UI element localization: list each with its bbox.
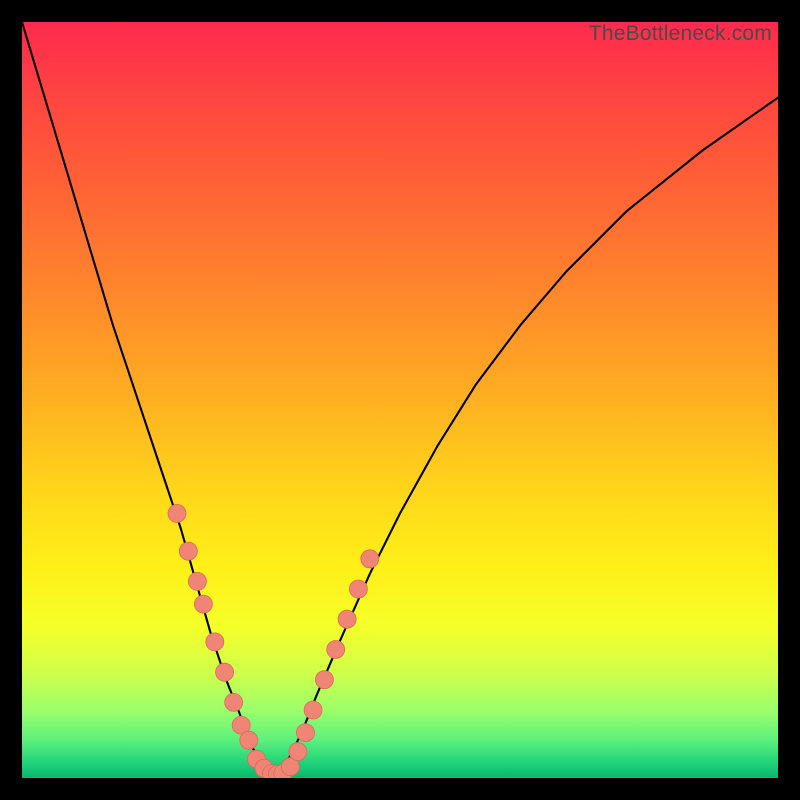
marker-dot bbox=[225, 693, 243, 711]
marker-dot bbox=[206, 633, 224, 651]
marker-dot bbox=[194, 595, 212, 613]
plot-area: TheBottleneck.com bbox=[22, 22, 778, 778]
marker-dot bbox=[289, 743, 307, 761]
chart-frame: TheBottleneck.com bbox=[0, 0, 800, 800]
marker-dot bbox=[304, 701, 322, 719]
marker-dot bbox=[338, 610, 356, 628]
marker-dot bbox=[168, 504, 186, 522]
marker-dot bbox=[247, 750, 265, 768]
marker-dot bbox=[232, 716, 250, 734]
marker-dot bbox=[281, 758, 299, 776]
marker-dot bbox=[188, 572, 206, 590]
chart-svg bbox=[22, 22, 778, 778]
marker-dot bbox=[263, 765, 281, 779]
marker-dot bbox=[327, 641, 345, 659]
marker-dot bbox=[216, 663, 234, 681]
bottleneck-curve bbox=[22, 22, 778, 774]
marker-dot bbox=[240, 731, 258, 749]
marker-dot bbox=[274, 765, 292, 779]
marker-dot bbox=[361, 550, 379, 568]
watermark-text: TheBottleneck.com bbox=[589, 22, 772, 46]
marker-group bbox=[168, 504, 379, 778]
marker-dot bbox=[179, 542, 197, 560]
marker-dot bbox=[255, 759, 273, 777]
marker-dot bbox=[297, 724, 315, 742]
marker-dot bbox=[349, 580, 367, 598]
marker-dot bbox=[269, 765, 287, 778]
marker-dot bbox=[315, 671, 333, 689]
